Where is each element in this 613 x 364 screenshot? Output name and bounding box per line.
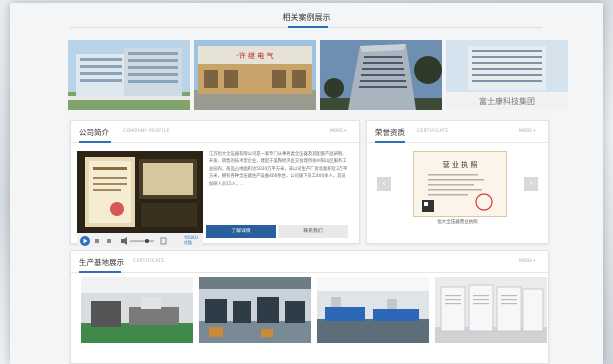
fullscreen-icon: [160, 237, 167, 245]
cases-header: 相关案例展示: [10, 3, 603, 35]
company-subtitle: COMPANY PROFILE: [123, 129, 170, 134]
production-panel-header: 生产基地展示 CERTIFICATE MORE+: [71, 251, 548, 273]
company-panel-header: 公司简介 COMPANY PROFILE MORE+: [71, 121, 359, 143]
volume-slider: [130, 240, 154, 242]
company-profile-panel: 公司简介 COMPANY PROFILE MORE+ YOUKU 优酷 江苏恒大…: [70, 120, 360, 247]
learn-more-button[interactable]: 了解详情: [206, 225, 276, 238]
certificate-panel-header: 荣誉资质 CERTIFICATE MORE+: [367, 121, 548, 143]
certificate-more-link[interactable]: MORE+: [519, 129, 536, 134]
company-title: 公司简介: [79, 128, 109, 137]
company-description: 江苏恒大全压器有限公司是一家专门从事各类全压器及其配套产品研制、开发、销售的技术…: [209, 152, 348, 187]
production-photo-workshop-3[interactable]: [317, 277, 429, 343]
video-brand-label: YOUKU 优酷: [184, 235, 198, 245]
volume-icon: [121, 237, 127, 245]
production-base-panel: 生产基地展示 CERTIFICATE MORE+: [70, 250, 549, 364]
case-photo-tower-building[interactable]: [320, 40, 442, 110]
certificate-title: 荣誉资质: [375, 128, 405, 137]
red-seal-icon: [475, 193, 493, 211]
production-title: 生产基地展示: [79, 258, 124, 267]
certificate-photo: [77, 151, 203, 233]
cases-title-underline: [288, 26, 328, 28]
production-photo-cabinets[interactable]: [435, 277, 547, 343]
production-subtitle: CERTIFICATE: [133, 259, 165, 264]
certificate-title-underline: [375, 141, 405, 143]
page-frame: 相关案例展示 ·许 继 电 气 富士康科技集团 公司简介 COMPANY PRO…: [10, 3, 603, 364]
building-sign-text: 富士康科技集团: [479, 96, 535, 106]
next-icon: [107, 239, 111, 243]
video-controls: YOUKU 优酷: [77, 233, 203, 247]
production-photo-workshop-1[interactable]: [81, 277, 193, 343]
certificate-subtitle: CERTIFICATE: [417, 129, 449, 134]
gate-sign-text: ·许 继 电 气: [237, 51, 274, 60]
company-video-player[interactable]: YOUKU 优酷: [77, 151, 203, 247]
company-title-underline: [79, 141, 111, 143]
chevron-left-icon[interactable]: ‹: [377, 177, 391, 191]
certificate-panel: 荣誉资质 CERTIFICATE MORE+ ‹ › 营 业 执 照 恒大全压器…: [366, 120, 549, 244]
chevron-right-icon[interactable]: ›: [524, 177, 538, 191]
case-photo-company-gate[interactable]: ·许 继 电 气: [194, 40, 316, 110]
license-caption: 恒大全压器营业执照: [437, 220, 478, 225]
business-license-image[interactable]: 营 业 执 照: [413, 151, 507, 217]
prev-icon: [95, 239, 99, 243]
cases-title: 相关案例展示: [282, 13, 331, 22]
production-photo-workshop-2[interactable]: [199, 277, 311, 343]
production-more-link[interactable]: MORE+: [519, 259, 536, 264]
company-more-link[interactable]: MORE+: [330, 129, 347, 134]
production-title-underline: [79, 271, 121, 273]
case-photo-fushikang-building[interactable]: 富士康科技集团: [446, 40, 568, 110]
case-photo-office-building[interactable]: [68, 40, 190, 110]
contact-us-button[interactable]: 联系我们: [278, 225, 348, 238]
license-body: [422, 174, 493, 212]
